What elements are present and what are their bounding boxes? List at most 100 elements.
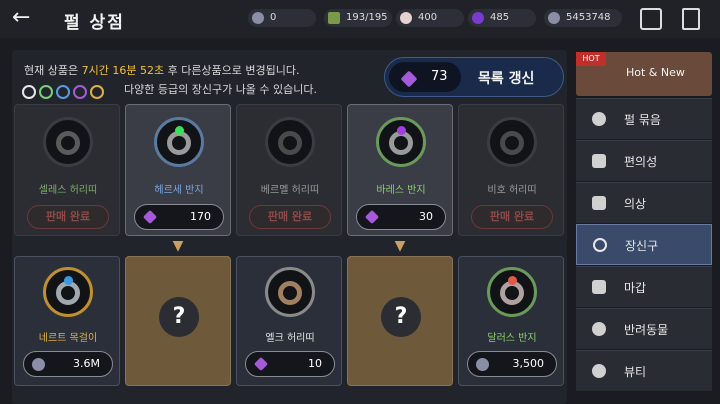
gem-icon <box>400 70 418 88</box>
sidebar-item-label: 반려동물 <box>624 323 669 337</box>
silver-icon <box>476 358 489 371</box>
sidebar-item-label: Hot & New <box>626 66 685 79</box>
sidebar-item-beauty[interactable]: 뷰티 <box>576 350 712 391</box>
shop-item-card[interactable]: 비호 허리띠 판매 완료 <box>458 104 564 236</box>
potion-icon <box>592 154 606 168</box>
sidebar-item-horse-armor[interactable]: 마갑 <box>576 266 712 307</box>
price-button[interactable]: 170 <box>134 204 224 230</box>
grade-ring-icon <box>90 84 104 99</box>
sidebar-item-label: 펄 묶음 <box>624 113 661 127</box>
mystery-item-card[interactable]: ? <box>125 256 231 386</box>
belt-icon <box>487 117 537 167</box>
arrow-down-icon: ▼ <box>394 238 406 254</box>
sidebar-item-label: 뷰티 <box>624 365 647 379</box>
item-name: 베르멜 허리띠 <box>260 185 320 196</box>
arrow-down-icon: ▼ <box>172 238 184 254</box>
notice: 현재 상품은 7시간 16분 52초 후 다른상품으로 변경됩니다. 다양한 등… <box>12 52 392 102</box>
belt-icon <box>265 117 315 167</box>
item-name: 네르트 목걸이 <box>38 333 98 344</box>
sold-out-label: 판매 완료 <box>27 205 109 229</box>
notice-timer: 현재 상품은 7시간 16분 52초 후 다른상품으로 변경됩니다. <box>24 64 300 77</box>
shop-item-card[interactable]: 셀레스 허리띠 판매 완료 <box>14 104 120 236</box>
item-name: 바레스 반지 <box>376 185 426 196</box>
sidebar-item-hot-new[interactable]: HOT Hot & New <box>576 52 712 96</box>
price-button[interactable]: 10 <box>245 351 335 377</box>
refresh-cost: 73 <box>389 62 461 92</box>
necklace-icon <box>43 267 93 317</box>
grade-rings <box>22 81 107 99</box>
gem-icon <box>472 12 484 24</box>
shop-item-card[interactable]: 엘크 허리띠 10 <box>236 256 342 386</box>
resource-value: 485 <box>490 12 510 23</box>
resource-silver: 5453748 <box>544 9 622 27</box>
silver-icon <box>548 12 560 24</box>
countdown: 7시간 16분 52초 <box>81 64 165 77</box>
paw-icon <box>592 322 606 336</box>
sidebar-item-label: 편의성 <box>624 155 658 169</box>
ring-icon <box>154 117 204 167</box>
item-name: 엘크 허리띠 <box>265 333 315 344</box>
sidebar-item-accessories[interactable]: 장신구 <box>576 224 712 265</box>
grade-ring-icon <box>73 84 87 99</box>
resource-silver-coin: 0 <box>248 9 316 27</box>
resource-value: 193/195 <box>346 12 388 23</box>
belt-icon <box>43 117 93 167</box>
grade-ring-icon <box>39 84 53 99</box>
beauty-icon <box>592 364 606 378</box>
sold-out-label: 판매 완료 <box>249 205 331 229</box>
inventory-icon[interactable] <box>640 8 662 30</box>
page-title: 펄 상점 <box>64 13 125 33</box>
gem-icon <box>142 209 158 225</box>
belt-icon <box>265 267 315 317</box>
sidebar-item-pearl-bundle[interactable]: 펄 묶음 <box>576 98 712 139</box>
sidebar-item-outfit[interactable]: 의상 <box>576 182 712 223</box>
sidebar-item-label: 의상 <box>624 197 647 211</box>
pearl-icon <box>400 12 412 24</box>
gem-icon <box>364 209 380 225</box>
outfit-icon <box>592 196 606 210</box>
silver-icon <box>32 358 45 371</box>
mystery-item-card[interactable]: ? <box>347 256 453 386</box>
item-name: 셀레스 허리띠 <box>38 185 98 196</box>
grade-ring-icon <box>22 84 36 99</box>
price-button[interactable]: 30 <box>356 204 446 230</box>
sold-out-label: 판매 완료 <box>471 205 553 229</box>
horse-armor-icon <box>592 280 606 294</box>
shop-item-card[interactable]: 헤르세 반지 170 <box>125 104 231 236</box>
grade-ring-icon <box>56 84 70 99</box>
exit-icon[interactable] <box>682 8 700 30</box>
notice-grades: 다양한 등급의 장신구가 나올 수 있습니다. <box>124 83 318 96</box>
shop-item-card[interactable]: 네르트 목걸이 3.6M <box>14 256 120 386</box>
item-name: 달러스 반지 <box>487 333 537 344</box>
sidebar-item-convenience[interactable]: 편의성 <box>576 140 712 181</box>
ring-icon <box>376 117 426 167</box>
refresh-label: 목록 갱신 <box>478 71 535 87</box>
category-sidebar: HOT Hot & New 펄 묶음 편의성 의상 장신구 마갑 반려동물 뷰티 <box>576 52 712 404</box>
refresh-list-button[interactable]: 73 목록 갱신 <box>384 57 564 97</box>
silver-coin-icon <box>252 12 264 24</box>
question-mark-icon: ? <box>159 297 199 337</box>
price-button[interactable]: 3.6M <box>23 351 113 377</box>
sidebar-item-label: 마갑 <box>624 281 647 295</box>
shop-item-card[interactable]: 바레스 반지 30 <box>347 104 453 236</box>
ring-icon <box>593 238 607 252</box>
resource-value: 0 <box>270 12 277 23</box>
price-button[interactable]: 3,500 <box>467 351 557 377</box>
sidebar-item-pets[interactable]: 반려동물 <box>576 308 712 349</box>
item-name: 비호 허리띠 <box>487 185 537 196</box>
resource-value: 5453748 <box>566 12 611 23</box>
ring-icon <box>487 267 537 317</box>
resource-value: 400 <box>418 12 438 23</box>
weight-icon <box>328 12 340 24</box>
back-arrow-icon[interactable]: ← <box>12 6 42 30</box>
shop-item-card[interactable]: 베르멜 허리띠 판매 완료 <box>236 104 342 236</box>
pearl-bundle-icon <box>592 112 606 126</box>
item-name: 헤르세 반지 <box>154 185 204 196</box>
shop-item-card[interactable]: 달러스 반지 3,500 <box>458 256 564 386</box>
gem-icon <box>253 356 269 372</box>
sidebar-item-label: 장신구 <box>625 239 659 253</box>
resource-pearl: 400 <box>396 9 464 27</box>
hot-badge: HOT <box>576 52 606 66</box>
resource-weight: 193/195 <box>324 9 392 27</box>
question-mark-icon: ? <box>381 297 421 337</box>
